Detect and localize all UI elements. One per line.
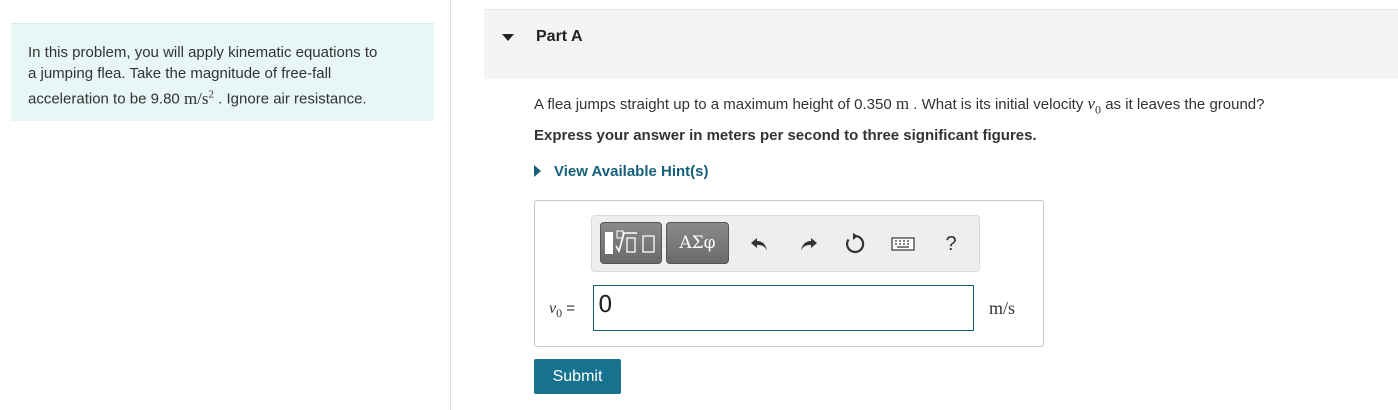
acceleration-unit: m/s2 [183,88,214,108]
velocity-var: v [1087,94,1096,113]
caret-right-icon [534,164,541,177]
intro-line-2: a jumping flea. Take the magnitude of fr… [28,65,332,82]
view-hints-label: View Available Hint(s) [554,163,709,180]
answer-input[interactable]: 0 [593,285,974,331]
answer-instruction: Express your answer in meters per second… [534,127,1037,144]
redo-icon[interactable] [795,231,821,257]
height-unit: m [895,94,910,113]
answer-equals: = [562,300,576,317]
caret-down-icon[interactable] [502,34,514,41]
templates-button[interactable] [600,222,662,264]
intro-line-3-prefix: acceleration to be 9.80 [28,90,184,108]
help-icon[interactable]: ? [938,231,964,257]
intro-line-1: In this problem, you will apply kinemati… [28,44,378,61]
intro-line-3-suffix: . Ignore air resistance. [214,90,367,108]
view-hints-link[interactable]: View Available Hint(s) [534,163,709,180]
question-suffix: as it leaves the ground? [1101,96,1265,113]
answer-units: m/s [989,298,1016,318]
answer-variable-label: v0 = [549,300,575,321]
intro-line-3: acceleration to be 9.80 m/s2 . Ignore ai… [28,84,418,110]
part-a-header[interactable]: Part A [484,9,1398,79]
undo-icon[interactable] [747,231,773,257]
velocity-symbol: v0 [1087,94,1102,116]
intro-text-box: In this problem, you will apply kinemati… [11,23,434,121]
question-middle: . What is its initial velocity [909,96,1088,113]
acceleration-unit-base: m/s [183,88,209,108]
reset-icon[interactable] [842,231,868,257]
submit-button[interactable]: Submit [534,359,621,394]
answer-panel: ΑΣφ ? v0 = 0 m/s [534,200,1044,347]
templates-icon [605,230,655,254]
keyboard-icon[interactable] [890,231,916,257]
answer-var-symbol: v0 [549,300,562,320]
question-text: A flea jumps straight up to a maximum he… [534,94,1265,117]
part-title: Part A [536,28,583,45]
math-toolbar: ΑΣφ ? [591,215,980,272]
symbols-button[interactable]: ΑΣφ [666,222,729,264]
column-divider [450,0,451,410]
question-prefix: A flea jumps straight up to a maximum he… [534,96,896,113]
